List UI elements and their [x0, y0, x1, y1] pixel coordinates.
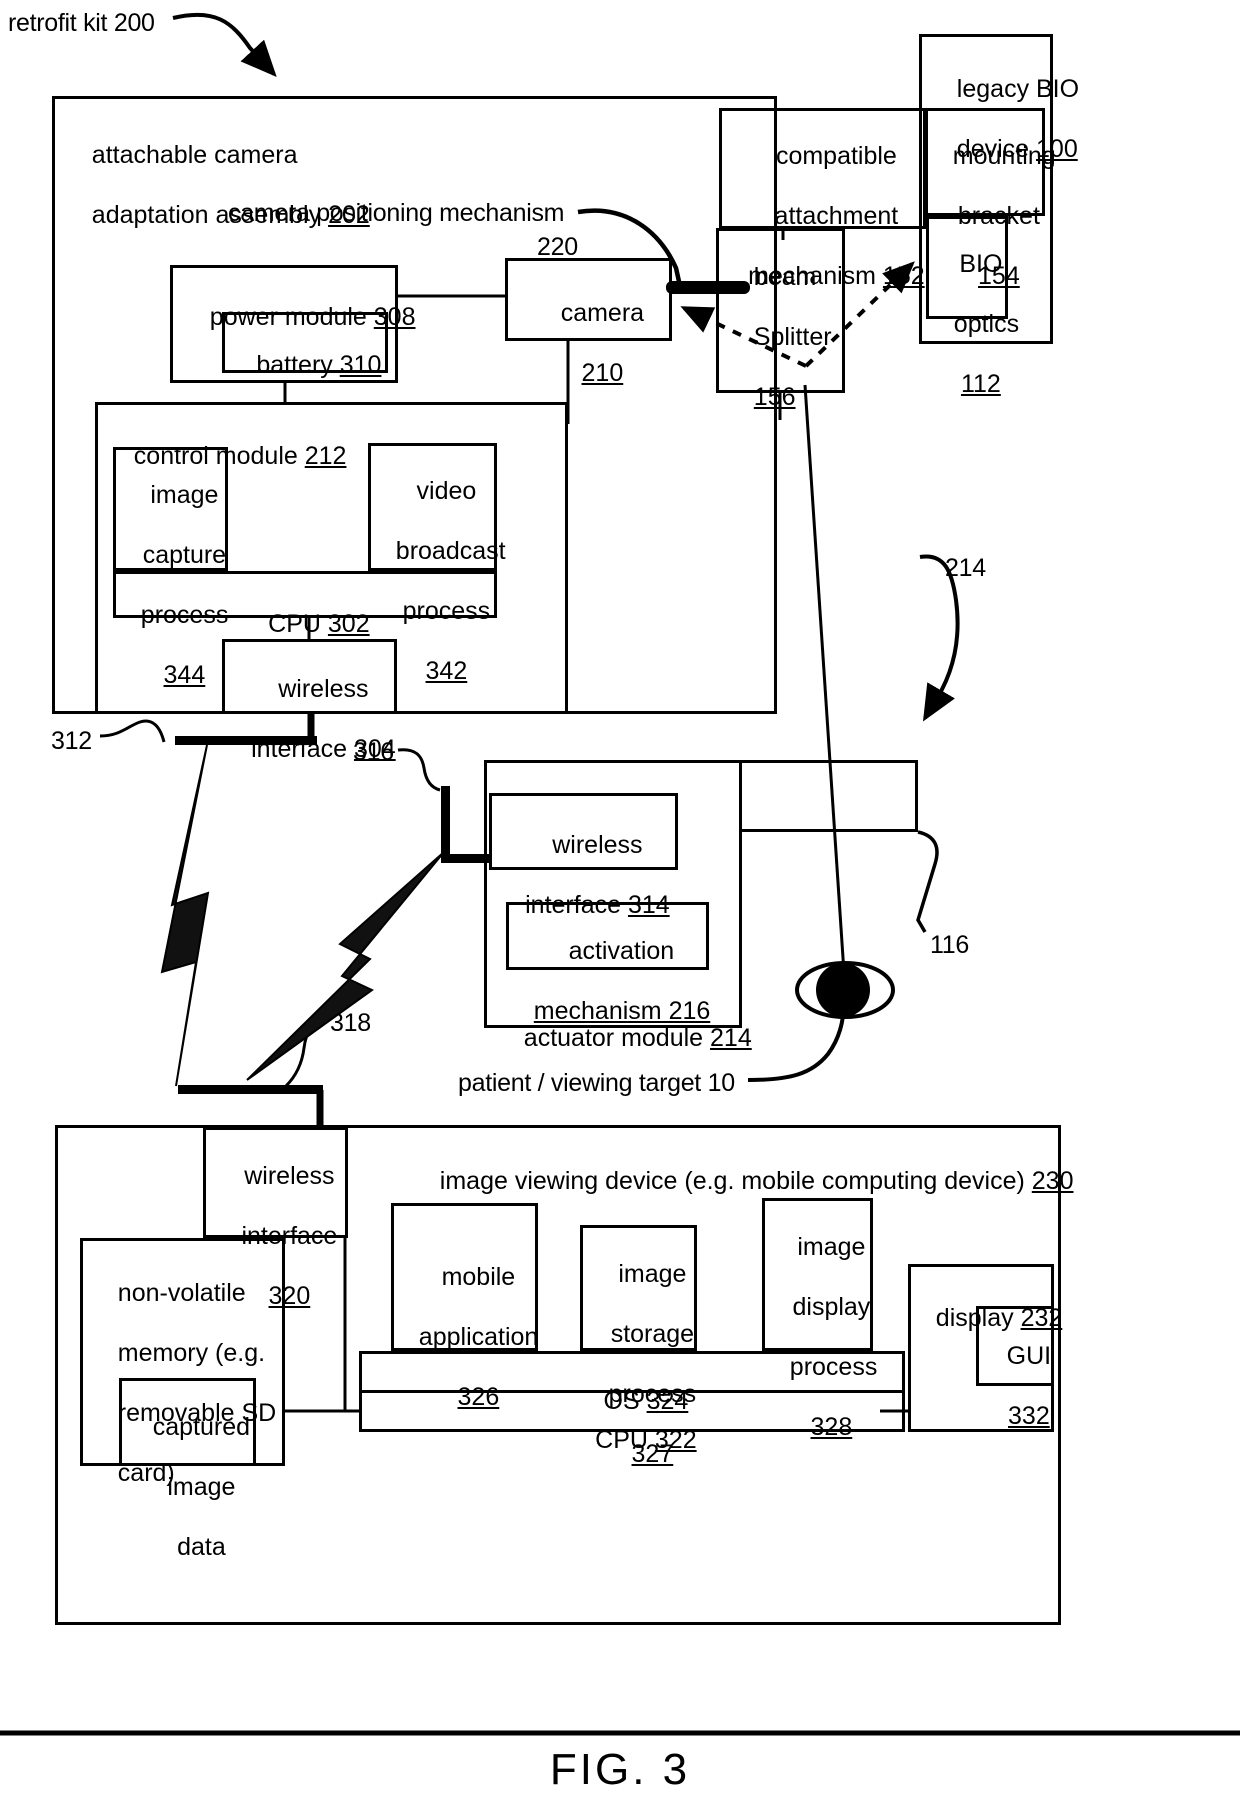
- gui-ref: 332: [1008, 1402, 1050, 1430]
- label-activation-mechanism: activation mechanism 216: [506, 906, 711, 1056]
- antenna-bar-318: [178, 1085, 323, 1094]
- control-module-ref: 212: [304, 442, 347, 470]
- callout-ref-318: 318: [330, 1009, 371, 1037]
- nvm-line1: non-volatile: [117, 1279, 246, 1307]
- antenna-foot-316: [441, 854, 489, 863]
- cpu302-text: CPU: [268, 610, 328, 638]
- bo-line1: BIO: [959, 250, 1003, 278]
- cid-line1: captured: [152, 1413, 251, 1441]
- eye-pupil-icon: [816, 963, 870, 1017]
- bo-line2: optics: [953, 310, 1020, 338]
- cam-line2: attachment: [774, 202, 899, 230]
- isp-line1: image: [618, 1260, 687, 1288]
- wi314-line1: wireless: [552, 831, 643, 859]
- vbp-line2: broadcast: [395, 537, 506, 565]
- wi320-line1: wireless: [244, 1162, 335, 1190]
- actm-line1: activation: [568, 937, 675, 965]
- ivd-text: image viewing device (e.g. mobile comput…: [439, 1167, 1032, 1195]
- label-bio-optics: BIO optics 112: [926, 219, 1019, 429]
- am-ref: 214: [710, 1024, 752, 1052]
- idp-line2: display: [792, 1293, 871, 1321]
- bs-ref: 156: [753, 383, 796, 411]
- callout-camera-positioning-mechanism: camera positioning mechanism: [228, 199, 565, 227]
- callout-ref-316: 316: [353, 738, 394, 766]
- label-gui: GUI 332: [976, 1311, 1054, 1461]
- camera-text: camera: [560, 299, 645, 327]
- leader-patient-viewing-target: [747, 1011, 845, 1082]
- optical-path-eye-to-beamsplitter: [803, 384, 847, 989]
- label-wireless-interface-304: wireless interface 304: [222, 644, 397, 794]
- cpu322-text: CPU: [595, 1426, 655, 1454]
- battery-ref: 310: [339, 351, 382, 379]
- label-attachable-camera-adaptation-assembly: attachable camera adaptation assembly 20…: [64, 110, 370, 260]
- eye-outline-icon: [795, 961, 895, 1019]
- idp-line1: image: [797, 1233, 866, 1261]
- leader-ref-316: [397, 748, 441, 792]
- wireless-link-bolt-312-318: [160, 744, 210, 1087]
- leader-ref-312: [99, 719, 166, 743]
- icp-line2: capture: [142, 541, 227, 569]
- bo-ref: 112: [960, 370, 1001, 398]
- actm-line2: mechanism 216: [533, 997, 711, 1025]
- isp-line2: storage: [610, 1320, 695, 1348]
- cam-line1: compatible: [775, 142, 897, 170]
- ivd-ref: 230: [1031, 1167, 1074, 1195]
- label-captured-image-data: captured image data: [119, 1382, 256, 1592]
- callout-patient-viewing-target: patient / viewing target 10: [458, 1069, 735, 1097]
- lbd-line1: legacy BIO: [956, 75, 1080, 103]
- nvm-line2: memory (e.g.: [117, 1339, 266, 1367]
- icp-line1: image: [150, 481, 219, 509]
- label-battery: battery 310: [222, 320, 388, 410]
- label-cpu-322: CPU 322: [359, 1395, 905, 1485]
- figure-caption: FIG. 3: [549, 1745, 691, 1794]
- label-beam-splitter: beam Splitter 156: [726, 232, 832, 442]
- label-camera: camera 210: [505, 268, 672, 418]
- acaa-line1: attachable camera: [91, 141, 298, 169]
- callout-retrofit-kit: retrofit kit 200: [8, 9, 155, 37]
- bs-line1: beam: [753, 263, 817, 291]
- vbp-line1: video: [416, 477, 477, 505]
- gui-text: GUI: [1006, 1342, 1052, 1370]
- callout-ref-312: 312: [51, 727, 92, 755]
- cpu322-ref: 322: [654, 1426, 697, 1454]
- callout-ref-214: 214: [945, 554, 986, 582]
- callout-ref-116: 116: [930, 931, 969, 959]
- bs-line2: Splitter: [753, 323, 832, 351]
- leader-ref-318: [284, 1018, 326, 1088]
- patent-figure-3: retrofit kit 200 attachable camera adapt…: [0, 0, 1240, 1815]
- ma-line1: mobile: [441, 1263, 516, 1291]
- cid-line3: data: [177, 1533, 226, 1561]
- battery-text: battery: [256, 351, 340, 379]
- ma-line2: application: [418, 1323, 539, 1351]
- wireless-link-bolt-316-318: [246, 851, 445, 1081]
- leader-ref-116: [916, 830, 939, 933]
- cpu302-ref: 302: [327, 610, 370, 638]
- leader-retrofit-kit: [172, 12, 277, 77]
- block-actuator-module-extension: [742, 760, 918, 832]
- antenna-bar-316: [441, 786, 450, 862]
- wi304-line1: wireless: [278, 675, 369, 703]
- cid-line2: image: [167, 1473, 236, 1501]
- mb-line1: mounting: [952, 142, 1056, 170]
- wi304-line2: interface: [251, 735, 354, 763]
- camera-ref: 210: [581, 359, 624, 387]
